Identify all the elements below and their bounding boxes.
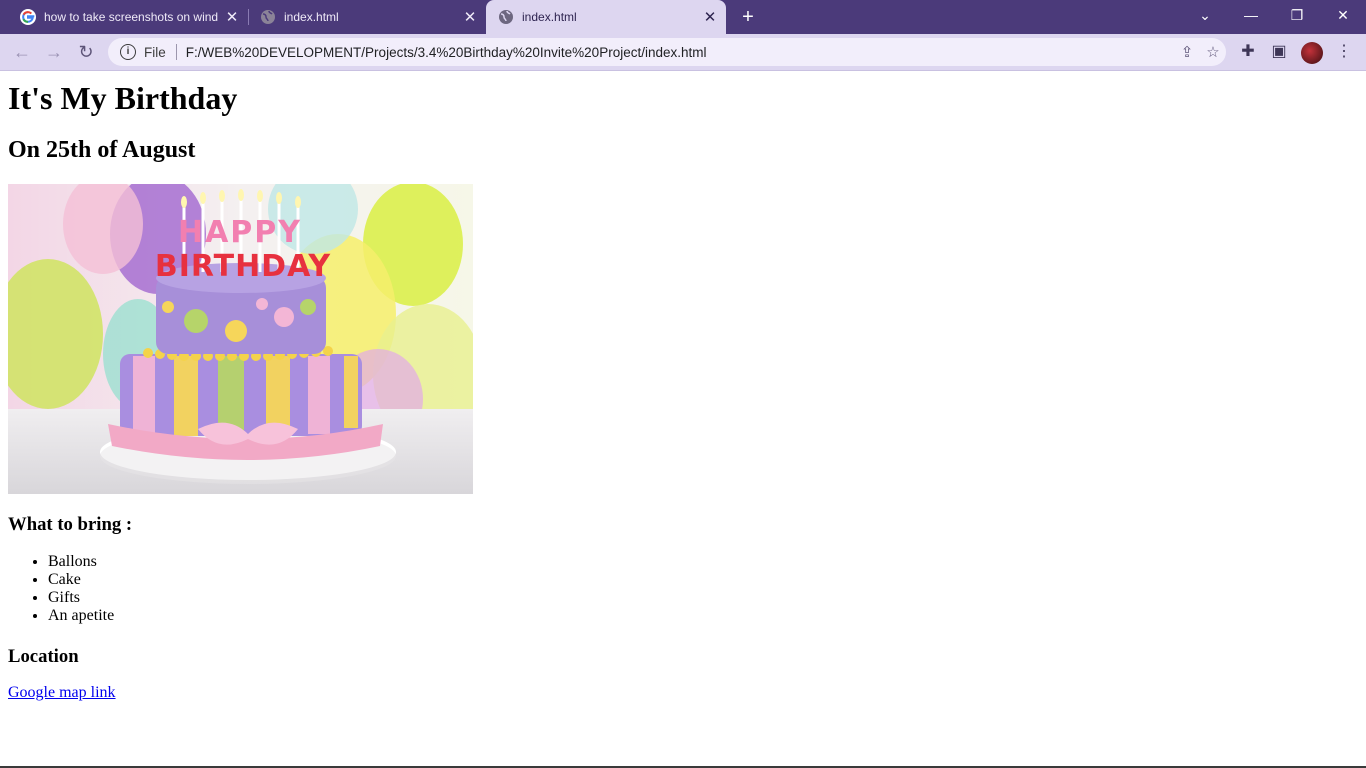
cake-bottom-lettering: BIRTHDAY — [155, 249, 332, 284]
google-map-link[interactable]: Google map link — [8, 684, 116, 702]
close-icon[interactable]: ✕ — [458, 8, 482, 26]
close-icon[interactable]: ✕ — [698, 8, 722, 26]
minimize-button[interactable]: — — [1228, 0, 1274, 34]
page-subtitle: On 25th of August — [8, 137, 196, 163]
list-item: Gifts — [48, 589, 114, 607]
tab-strip: how to take screenshots on wind ✕ index.… — [0, 0, 1366, 34]
page-title: It's My Birthday — [8, 80, 238, 116]
close-window-button[interactable]: ✕ — [1320, 0, 1366, 34]
list-item: Ballons — [48, 553, 114, 571]
side-panel-icon[interactable]: ▣ — [1268, 41, 1290, 63]
profile-avatar[interactable] — [1301, 42, 1323, 64]
extensions-puzzle-icon[interactable]: ✚ — [1237, 41, 1259, 63]
address-divider — [175, 44, 177, 60]
bring-heading: What to bring : — [8, 514, 133, 535]
tab-index-html-active[interactable]: index.html ✕ — [486, 0, 726, 34]
share-icon[interactable]: ⇪ — [1174, 43, 1200, 61]
new-tab-button[interactable]: + — [736, 4, 760, 30]
birthday-cake-image: HAPPY BIRTHDAY — [8, 184, 473, 494]
page-content: It's My Birthday On 25th of August HAPPY… — [0, 71, 1366, 766]
back-arrow-icon[interactable]: ← — [10, 40, 34, 64]
info-icon[interactable]: i — [120, 44, 136, 60]
globe-icon — [499, 10, 513, 24]
list-item: An apetite — [48, 607, 114, 625]
google-icon — [20, 9, 36, 25]
globe-icon — [261, 10, 275, 24]
tab-index-html[interactable]: index.html ✕ — [248, 0, 486, 34]
location-heading: Location — [8, 646, 79, 667]
list-item: Cake — [48, 571, 114, 589]
tab-title: index.html — [284, 10, 339, 24]
address-bar[interactable]: i File F:/WEB%20DEVELOPMENT/Projects/3.4… — [108, 38, 1226, 66]
menu-kebab-icon[interactable]: ⋮ — [1333, 41, 1355, 63]
bookmark-star-icon[interactable]: ☆ — [1200, 43, 1226, 61]
tab-title: index.html — [522, 10, 577, 24]
tab-google-search[interactable]: how to take screenshots on wind ✕ — [8, 0, 248, 34]
url-text[interactable]: F:/WEB%20DEVELOPMENT/Projects/3.4%20Birt… — [186, 45, 1174, 60]
bring-list: Ballons Cake Gifts An apetite — [8, 553, 114, 625]
restore-button[interactable]: ❐ — [1274, 0, 1320, 34]
tab-search-chevron-down-icon[interactable]: ⌄ — [1182, 0, 1228, 34]
scheme-label: File — [144, 44, 166, 60]
cake-top-lettering: HAPPY — [178, 215, 302, 250]
reload-icon[interactable]: ↻ — [74, 40, 98, 64]
browser-toolbar: ← → ↻ i File F:/WEB%20DEVELOPMENT/Projec… — [0, 34, 1366, 70]
tab-title: how to take screenshots on wind — [44, 10, 219, 24]
close-icon[interactable]: ✕ — [220, 8, 244, 26]
forward-arrow-icon[interactable]: → — [42, 40, 66, 64]
